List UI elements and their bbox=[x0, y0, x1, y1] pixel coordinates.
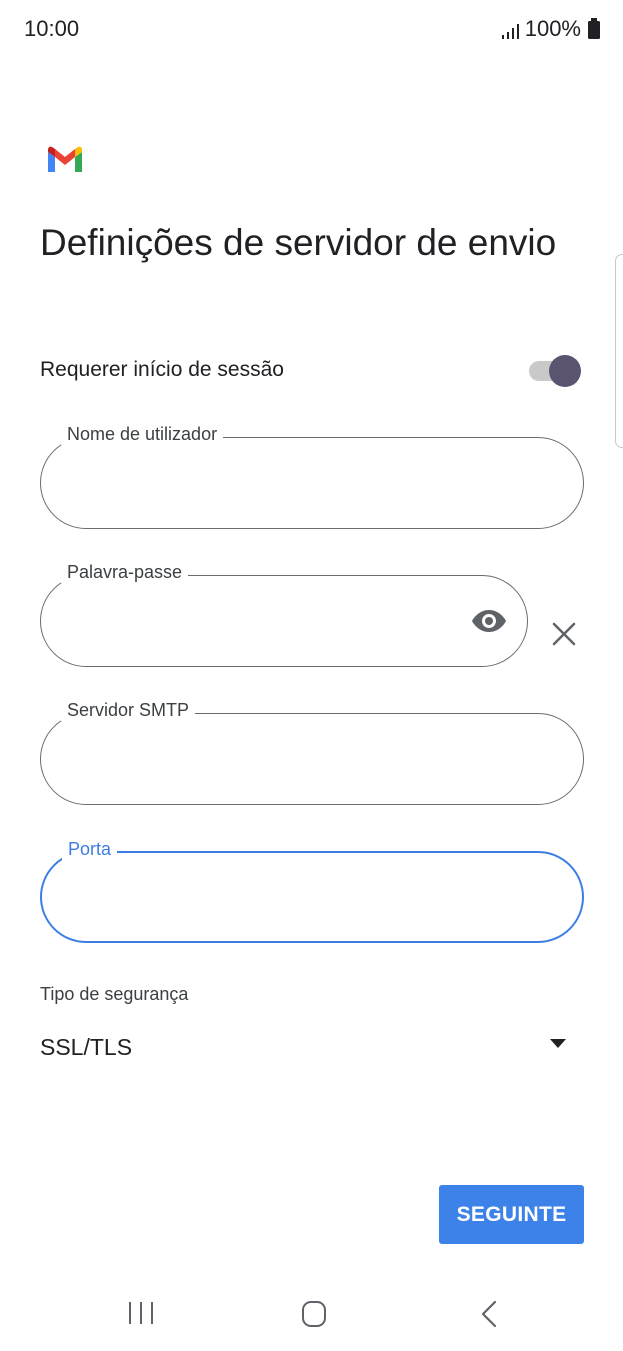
battery-icon bbox=[587, 18, 601, 40]
username-field[interactable]: Nome de utilizador bbox=[40, 424, 584, 529]
require-signin-toggle[interactable] bbox=[529, 355, 581, 387]
scroll-handle[interactable] bbox=[615, 254, 623, 448]
status-time: 10:00 bbox=[24, 16, 80, 41]
port-input[interactable] bbox=[68, 879, 492, 919]
status-indicators: 100% bbox=[501, 16, 601, 42]
gmail-logo bbox=[46, 146, 84, 174]
dropdown-arrow-icon bbox=[550, 1036, 566, 1048]
signal-icon bbox=[501, 20, 519, 39]
recent-apps-icon[interactable] bbox=[128, 1300, 154, 1326]
next-button[interactable]: SEGUINTE bbox=[439, 1185, 584, 1244]
password-field[interactable]: Palavra-passe bbox=[40, 562, 528, 667]
password-input[interactable] bbox=[67, 602, 451, 642]
close-icon[interactable] bbox=[551, 621, 577, 647]
smtp-server-input[interactable] bbox=[67, 740, 491, 780]
username-input[interactable] bbox=[67, 464, 491, 504]
password-label: Palavra-passe bbox=[61, 562, 189, 583]
toggle-thumb bbox=[549, 355, 581, 387]
battery-percentage: 100% bbox=[524, 16, 581, 41]
port-field[interactable]: Porta bbox=[40, 839, 584, 943]
system-nav-bar bbox=[0, 1278, 623, 1351]
username-label: Nome de utilizador bbox=[61, 424, 224, 445]
port-label: Porta bbox=[62, 839, 118, 860]
eye-icon[interactable] bbox=[471, 608, 507, 634]
status-bar: 10:00 100% bbox=[0, 0, 623, 60]
require-signin-row: Requerer início de sessão bbox=[40, 350, 585, 392]
smtp-server-label: Servidor SMTP bbox=[61, 700, 196, 721]
page-title: Definições de servidor de envio bbox=[40, 222, 557, 263]
back-icon[interactable] bbox=[480, 1300, 498, 1328]
security-type-label: Tipo de segurança bbox=[40, 984, 189, 1004]
security-type-value: SSL/TLS bbox=[40, 1034, 133, 1060]
smtp-server-field[interactable]: Servidor SMTP bbox=[40, 700, 584, 805]
home-icon[interactable] bbox=[301, 1300, 327, 1328]
require-signin-label: Requerer início de sessão bbox=[40, 358, 284, 381]
security-type-dropdown[interactable]: SSL/TLS bbox=[40, 1026, 572, 1070]
